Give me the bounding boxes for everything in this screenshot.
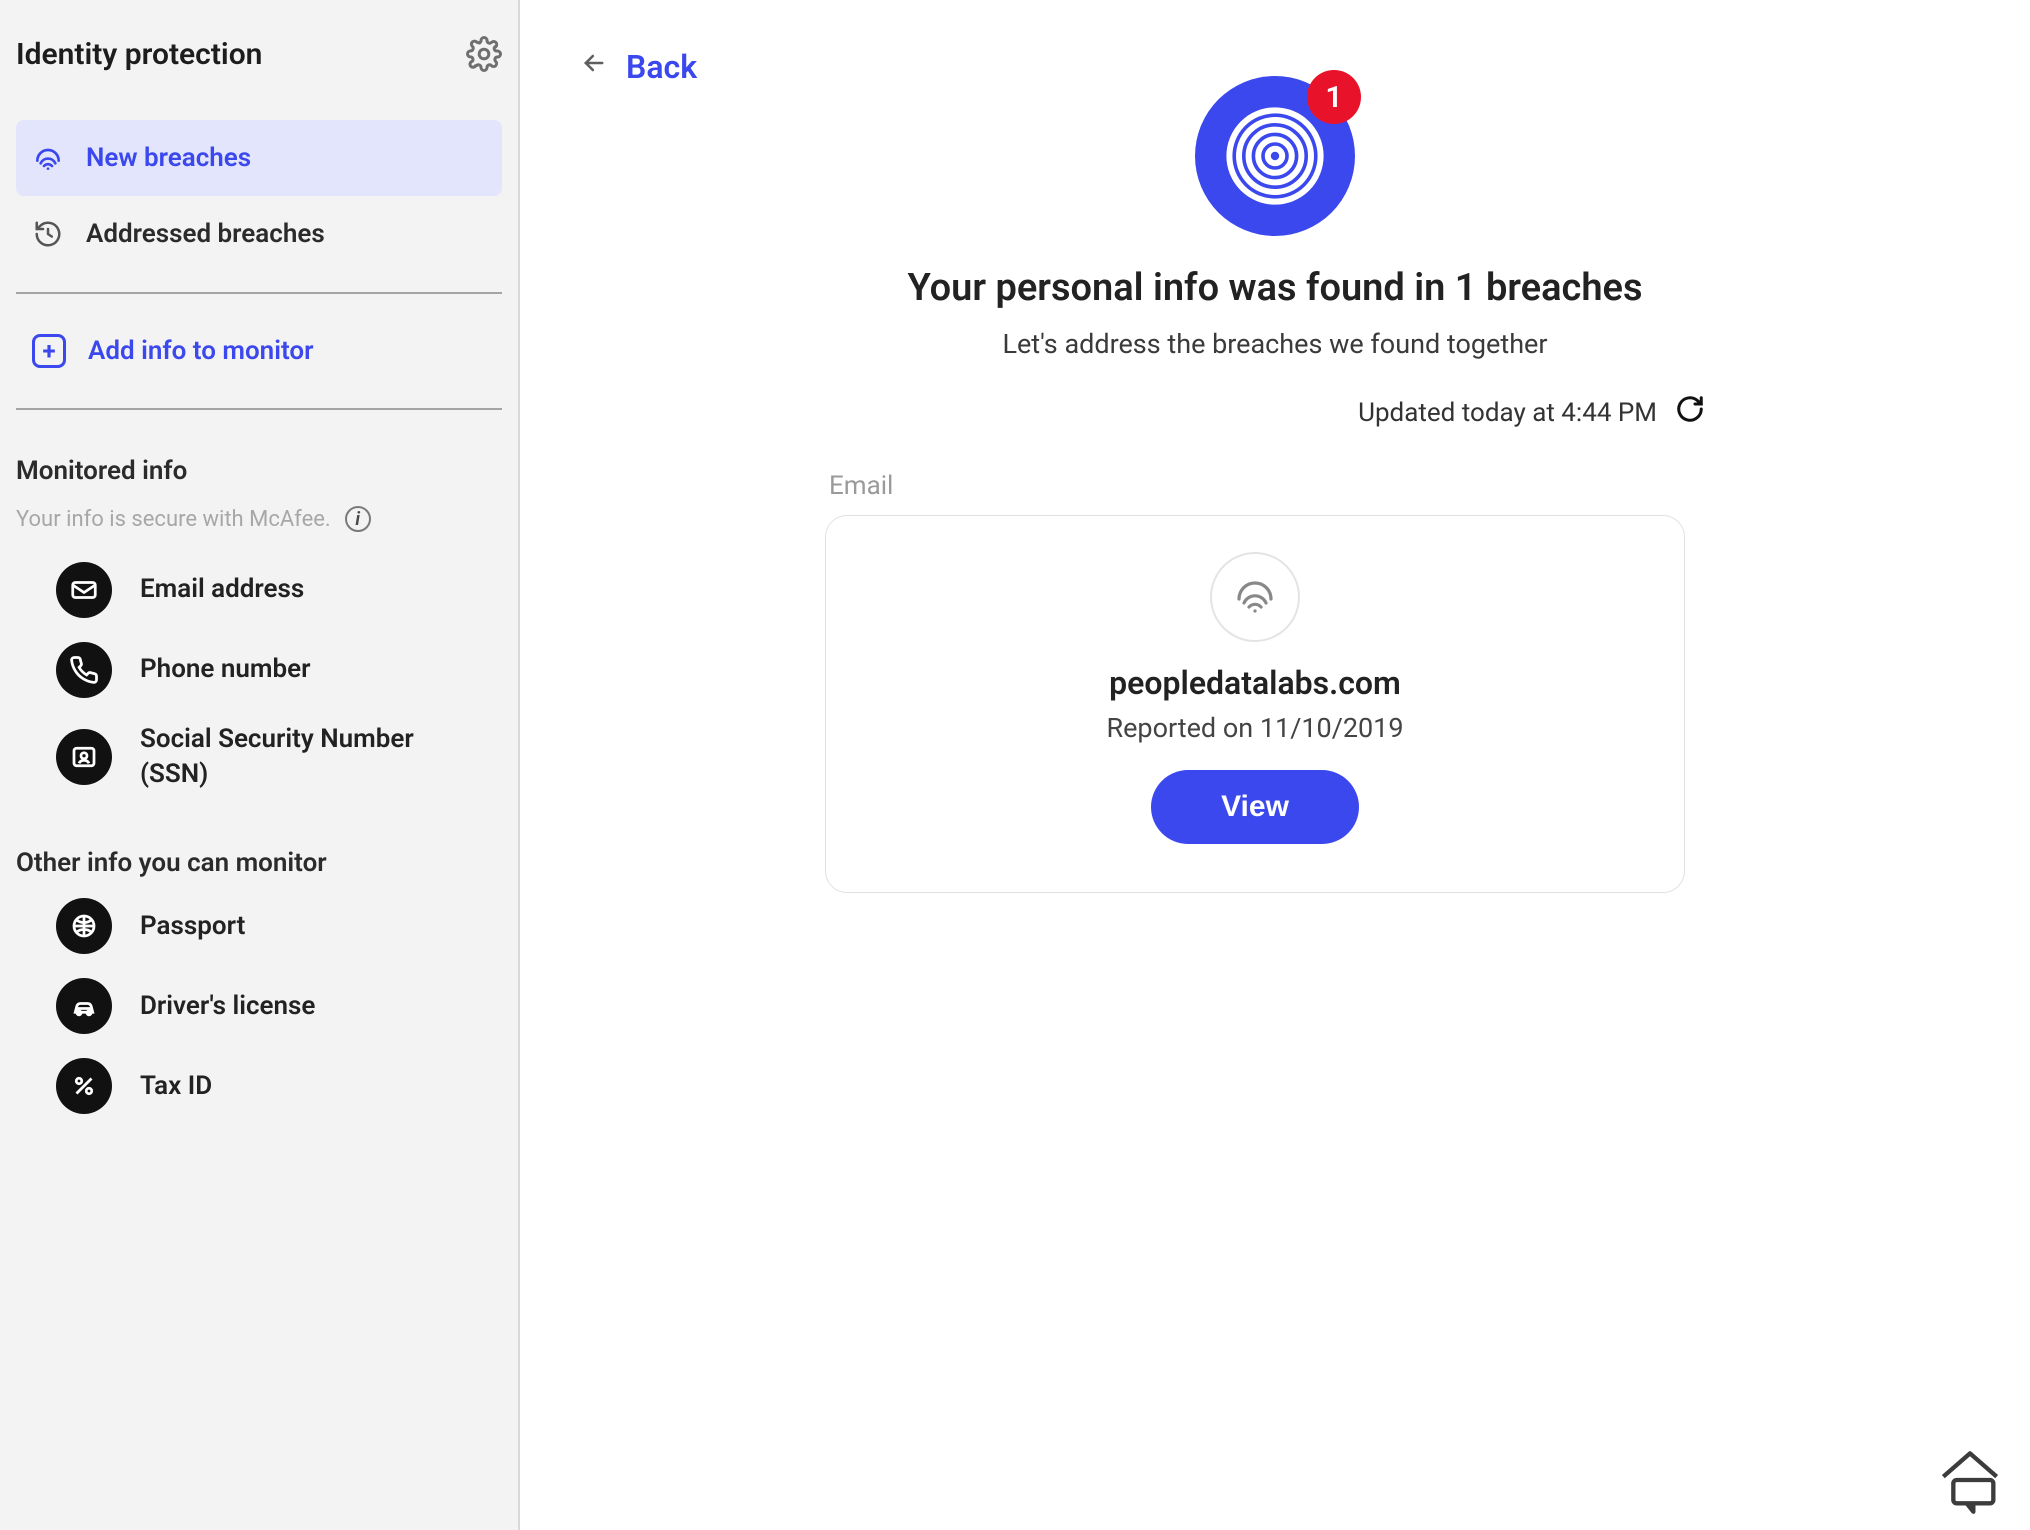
secure-note: Your info is secure with McAfee. i [16,496,502,552]
arrow-left-icon [580,49,608,85]
divider [16,292,502,294]
monitored-item-label: Social Security Number (SSN) [140,722,460,792]
id-icon [56,729,112,785]
sidebar-item-new-breaches[interactable]: New breaches [16,120,502,196]
other-item-tax-id[interactable]: Tax ID [56,1058,502,1114]
other-item-label: Driver's license [140,989,315,1024]
breach-card: peopledatalabs.com Reported on 11/10/201… [825,515,1685,893]
updated-text: Updated today at 4:44 PM [1358,398,1657,428]
other-info-title: Other info you can monitor [16,822,502,888]
sidebar: Identity protection New breaches Address… [0,0,520,1530]
breach-reported: Reported on 11/10/2019 [866,712,1644,744]
history-icon [32,218,64,250]
monitored-item-ssn[interactable]: Social Security Number (SSN) [56,722,502,792]
hero-heading: Your personal info was found in 1 breach… [825,266,1725,310]
monitored-item-label: Phone number [140,652,310,687]
secure-note-text: Your info is secure with McAfee. [16,507,331,532]
monitored-item-phone[interactable]: Phone number [56,642,502,698]
monitored-info-title: Monitored info [16,430,502,496]
hero-badge: 1 [1195,76,1355,236]
monitored-item-label: Email address [140,572,304,607]
plus-icon: + [32,334,66,368]
add-info-label: Add info to monitor [88,336,313,366]
fingerprint-small-icon [1210,552,1300,642]
sidebar-title: Identity protection [16,37,262,72]
add-info-button[interactable]: + Add info to monitor [16,314,502,388]
main-content: Back 1 Your personal info was found in 1… [520,0,2030,1530]
passport-icon [56,898,112,954]
monitored-item-email[interactable]: Email address [56,562,502,618]
other-item-passport[interactable]: Passport [56,898,502,954]
email-icon [56,562,112,618]
back-label: Back [626,48,697,86]
other-item-label: Tax ID [140,1069,212,1104]
phone-icon [56,642,112,698]
back-button[interactable]: Back [580,48,697,86]
percent-icon [56,1058,112,1114]
info-icon[interactable]: i [345,506,371,532]
other-item-drivers-license[interactable]: Driver's license [56,978,502,1034]
hero-subheading: Let's address the breaches we found toge… [825,328,1725,360]
divider [16,408,502,410]
car-icon [56,978,112,1034]
home-chat-icon[interactable] [1930,1440,2010,1520]
breach-origin: peopledatalabs.com [866,664,1644,702]
sidebar-item-addressed-breaches[interactable]: Addressed breaches [16,196,502,272]
settings-gear-icon[interactable] [466,36,502,72]
sidebar-item-label: Addressed breaches [86,219,325,249]
breach-count-badge: 1 [1307,70,1361,124]
section-label-email: Email [829,471,1725,501]
fingerprint-icon [32,142,64,174]
view-button[interactable]: View [1151,770,1359,844]
refresh-icon[interactable] [1675,394,1705,431]
sidebar-item-label: New breaches [86,143,251,173]
other-item-label: Passport [140,909,245,944]
